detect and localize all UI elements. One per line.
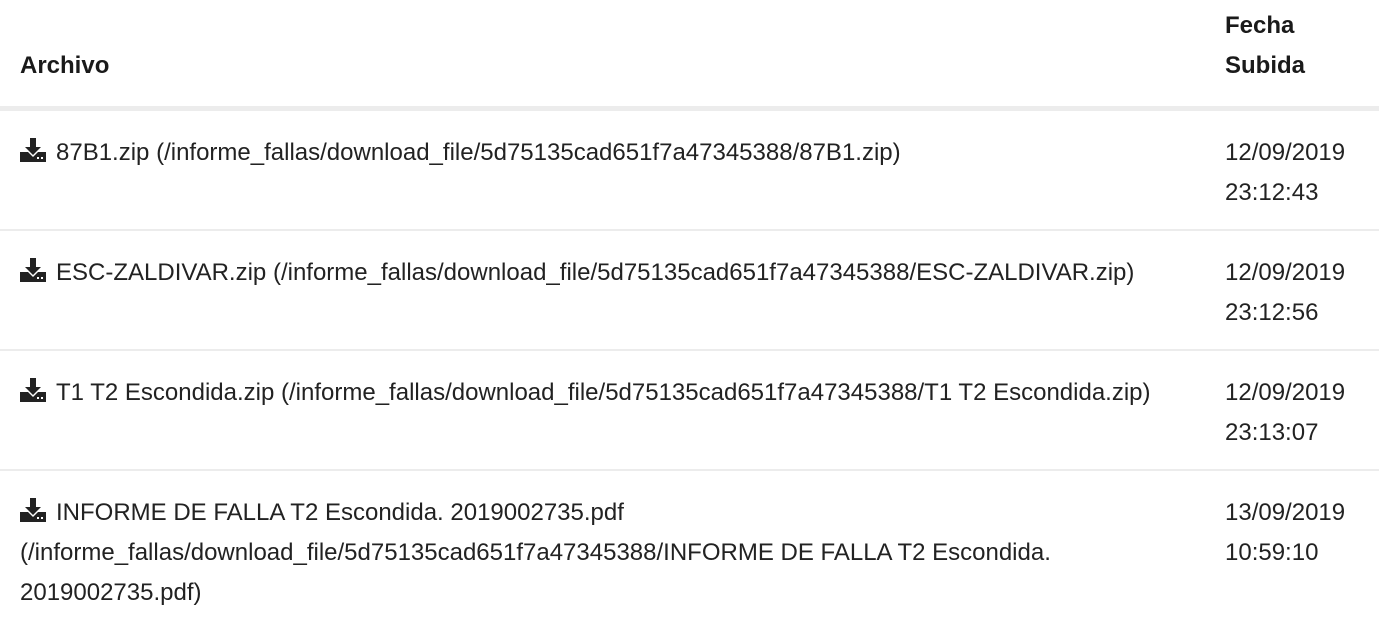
table-header: Archivo Fecha Subida <box>0 0 1379 109</box>
header-upload-date-line2: Subida <box>1225 46 1379 86</box>
files-table: Archivo Fecha Subida 87B1.zip (/informe_… <box>0 0 1379 629</box>
upload-date-cell: 13/09/2019 10:59:10 <box>1213 470 1379 629</box>
table-row: 87B1.zip (/informe_fallas/download_file/… <box>0 109 1379 231</box>
file-cell: ESC-ZALDIVAR.zip (/informe_fallas/downlo… <box>0 230 1213 350</box>
file-cell: 87B1.zip (/informe_fallas/download_file/… <box>0 109 1213 231</box>
table-body: 87B1.zip (/informe_fallas/download_file/… <box>0 109 1379 629</box>
download-icon <box>20 258 46 282</box>
upload-date: 12/09/2019 <box>1225 373 1375 413</box>
download-icon <box>20 498 46 522</box>
upload-date: 13/09/2019 <box>1225 493 1375 533</box>
table-row: ESC-ZALDIVAR.zip (/informe_fallas/downlo… <box>0 230 1379 350</box>
header-upload-date[interactable]: Fecha Subida <box>1213 0 1379 109</box>
upload-time: 23:12:43 <box>1225 173 1375 213</box>
file-path: (/informe_fallas/download_file/5d75135ca… <box>156 139 901 166</box>
upload-time: 10:59:10 <box>1225 533 1375 573</box>
upload-date: 12/09/2019 <box>1225 133 1375 173</box>
download-icon <box>20 378 46 402</box>
file-download-link[interactable]: T1 T2 Escondida.zip (/informe_fallas/dow… <box>20 379 1151 406</box>
upload-time: 23:13:07 <box>1225 413 1375 453</box>
table-row: INFORME DE FALLA T2 Escondida. 201900273… <box>0 470 1379 629</box>
file-name: T1 T2 Escondida.zip <box>56 379 274 406</box>
file-name: 87B1.zip <box>56 139 149 166</box>
upload-time: 23:12:56 <box>1225 293 1375 333</box>
upload-date-cell: 12/09/2019 23:13:07 <box>1213 350 1379 470</box>
table-row: T1 T2 Escondida.zip (/informe_fallas/dow… <box>0 350 1379 470</box>
file-name: INFORME DE FALLA T2 Escondida. 201900273… <box>56 499 624 526</box>
upload-date: 12/09/2019 <box>1225 253 1375 293</box>
header-row: Archivo Fecha Subida <box>0 0 1379 109</box>
file-download-link[interactable]: 87B1.zip (/informe_fallas/download_file/… <box>20 139 901 166</box>
header-upload-date-line1: Fecha <box>1225 6 1379 46</box>
file-download-link[interactable]: ESC-ZALDIVAR.zip (/informe_fallas/downlo… <box>20 259 1134 286</box>
file-path: (/informe_fallas/download_file/5d75135ca… <box>20 539 1051 606</box>
upload-date-cell: 12/09/2019 23:12:56 <box>1213 230 1379 350</box>
file-path: (/informe_fallas/download_file/5d75135ca… <box>273 259 1134 286</box>
file-name: ESC-ZALDIVAR.zip <box>56 259 266 286</box>
file-cell: INFORME DE FALLA T2 Escondida. 201900273… <box>0 470 1213 629</box>
header-file[interactable]: Archivo <box>0 0 1213 109</box>
file-path: (/informe_fallas/download_file/5d75135ca… <box>281 379 1151 406</box>
upload-date-cell: 12/09/2019 23:12:43 <box>1213 109 1379 231</box>
file-cell: T1 T2 Escondida.zip (/informe_fallas/dow… <box>0 350 1213 470</box>
file-download-link[interactable]: INFORME DE FALLA T2 Escondida. 201900273… <box>20 499 1051 606</box>
download-icon <box>20 138 46 162</box>
